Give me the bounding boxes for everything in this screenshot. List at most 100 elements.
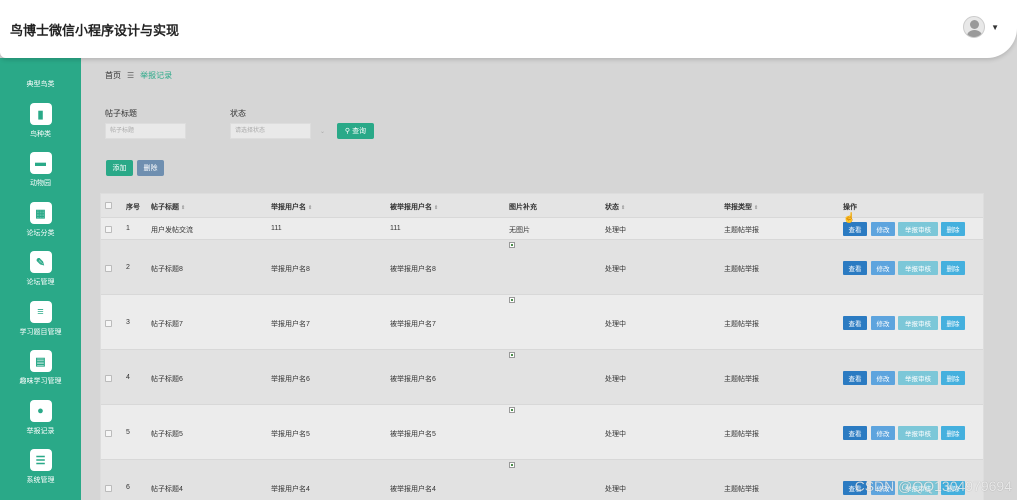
edit-button[interactable]: 修改 xyxy=(871,261,895,275)
cell-status: 处理中 xyxy=(605,486,626,493)
broken-image-icon xyxy=(509,352,515,358)
row-checkbox[interactable] xyxy=(105,226,112,233)
audit-button[interactable]: 举报审核 xyxy=(898,316,938,330)
sidebar-item-label: 趣味学习管理 xyxy=(19,378,62,385)
avatar[interactable] xyxy=(963,16,986,38)
audit-button[interactable]: 举报审核 xyxy=(898,371,938,385)
document-icon: ▤ xyxy=(29,350,52,372)
col-status[interactable]: 状态 ⇕ xyxy=(605,202,625,212)
sidebar-item-typical-birds[interactable]: 典型鸟类 xyxy=(0,79,81,89)
col-reporter[interactable]: 举报用户名 ⇕ xyxy=(271,202,312,212)
cell-post-title: 帖子标题5 xyxy=(151,431,183,438)
sidebar-item-6[interactable]: ▤ 趣味学习管理 xyxy=(0,350,81,394)
status-select[interactable]: 请选择状态 xyxy=(230,123,311,139)
breadcrumb-home[interactable]: 首页 xyxy=(105,71,121,80)
col-actions: 操作 xyxy=(843,204,857,211)
breadcrumb-separator-icon: ☰ xyxy=(127,71,135,80)
table-row[interactable]: 2 帖子标题8 举报用户名8 被举报用户名8 处理中 主题帖举报 查看 修改 举报审核 删除 xyxy=(101,240,983,295)
cell-status: 处理中 xyxy=(605,321,626,328)
sidebar-item-5[interactable]: ≡ 学习题目管理 xyxy=(0,301,81,345)
row-checkbox[interactable] xyxy=(105,485,112,492)
col-index: 序号 xyxy=(126,204,140,211)
chevron-down-icon[interactable]: ▼ xyxy=(991,23,999,32)
broken-image-icon xyxy=(509,297,515,303)
sort-icon[interactable]: ⇕ xyxy=(308,205,312,211)
sidebar-item-1[interactable]: ▮ 鸟种类 xyxy=(0,103,81,147)
audit-button[interactable]: 举报审核 xyxy=(898,426,938,440)
cell-reported: 被举报用户名6 xyxy=(390,376,436,383)
cell-index: 1 xyxy=(126,225,130,232)
view-button[interactable]: 查看 xyxy=(843,316,867,330)
sort-icon[interactable]: ⇕ xyxy=(181,205,185,211)
table-row[interactable]: 6 帖子标题4 举报用户名4 被举报用户名4 处理中 主题帖举报 查看 修改 举报审核 删除 xyxy=(101,460,983,500)
sidebar-item-4[interactable]: ✎ 论坛管理 xyxy=(0,251,81,295)
table-row[interactable]: 5 帖子标题5 举报用户名5 被举报用户名5 处理中 主题帖举报 查看 修改 举报审核 删除 xyxy=(101,405,983,460)
user-menu[interactable]: ▼ xyxy=(963,16,999,38)
broken-image-icon xyxy=(509,462,515,468)
view-button[interactable]: 查看 xyxy=(843,222,867,236)
cell-post-title: 帖子标题6 xyxy=(151,376,183,383)
app-title: 鸟博士微信小程序设计与实现 xyxy=(10,23,180,38)
sidebar-item-3[interactable]: ▦ 论坛分类 xyxy=(0,202,81,246)
select-all-checkbox[interactable] xyxy=(105,202,112,209)
row-checkbox[interactable] xyxy=(105,430,112,437)
table-row[interactable]: 3 帖子标题7 举报用户名7 被举报用户名7 处理中 主题帖举报 查看 修改 举报审核 删除 xyxy=(101,295,983,350)
sidebar-item-7[interactable]: ● 举报记录 xyxy=(0,400,81,444)
col-report-type[interactable]: 举报类型 ⇕ xyxy=(724,202,758,212)
sidebar-item-8[interactable]: ☰ 系统管理 xyxy=(0,449,81,493)
cell-post-title: 帖子标题8 xyxy=(151,266,183,273)
delete-button[interactable]: 删除 xyxy=(941,261,965,275)
col-report-type-label: 举报类型 xyxy=(724,204,752,211)
cell-post-title: 帖子标题7 xyxy=(151,321,183,328)
col-reported[interactable]: 被举报用户名 ⇕ xyxy=(390,202,438,212)
col-post-title[interactable]: 帖子标题 ⇕ xyxy=(151,202,185,212)
cell-report-type: 主题帖举报 xyxy=(724,376,759,383)
breadcrumb-current: 举报记录 xyxy=(140,71,173,80)
delete-button[interactable]: 删除 xyxy=(941,222,965,236)
sort-icon[interactable]: ⇕ xyxy=(754,205,758,211)
menu-icon: ☰ xyxy=(29,449,52,471)
delete-button[interactable]: 删除 xyxy=(941,371,965,385)
broken-image-icon xyxy=(509,407,515,413)
table-row[interactable]: 4 帖子标题6 举报用户名6 被举报用户名6 处理中 主题帖举报 查看 修改 举报审核 删除 xyxy=(101,350,983,405)
list-icon: ≡ xyxy=(29,301,52,323)
message-icon: ▬ xyxy=(29,152,52,174)
sidebar-item-label: 鸟种类 xyxy=(30,131,51,138)
edit-button[interactable]: 修改 xyxy=(871,316,895,330)
delete-button[interactable]: 删除 xyxy=(941,426,965,440)
cell-reported: 被举报用户名5 xyxy=(390,431,436,438)
edit-button[interactable]: 修改 xyxy=(871,426,895,440)
bookmark-icon: ▮ xyxy=(29,103,52,125)
edit-button[interactable]: 修改 xyxy=(871,222,895,236)
cell-status: 处理中 xyxy=(605,431,626,438)
view-button[interactable]: 查看 xyxy=(843,261,867,275)
cell-post-title: 帖子标题4 xyxy=(151,486,183,493)
sort-icon[interactable]: ⇕ xyxy=(434,205,438,211)
cell-reported: 被举报用户名8 xyxy=(390,266,436,273)
delete-button[interactable]: 删除 xyxy=(941,316,965,330)
add-button[interactable]: 添加 xyxy=(106,160,133,176)
cell-post-title: 用户发帖交流 xyxy=(151,227,193,234)
row-checkbox[interactable] xyxy=(105,265,112,272)
audit-button[interactable]: 举报审核 xyxy=(898,261,938,275)
bulk-delete-button[interactable]: 删除 xyxy=(137,160,164,176)
row-checkbox[interactable] xyxy=(105,320,112,327)
view-button[interactable]: 查看 xyxy=(843,371,867,385)
view-button[interactable]: 查看 xyxy=(843,426,867,440)
sidebar-item-2[interactable]: ▬ 动物园 xyxy=(0,152,81,196)
edit-button[interactable]: 修改 xyxy=(871,371,895,385)
sort-icon[interactable]: ⇕ xyxy=(621,205,625,211)
cell-report-type: 主题帖举报 xyxy=(724,321,759,328)
post-title-input[interactable]: 帖子标题 xyxy=(105,123,186,139)
cell-index: 2 xyxy=(126,264,130,271)
sidebar-item-label: 论坛管理 xyxy=(26,279,55,286)
cell-report-type: 主题帖举报 xyxy=(724,266,759,273)
col-image: 图片补充 xyxy=(509,204,537,211)
search-button[interactable]: ⚲ 查询 xyxy=(337,123,374,139)
audit-button[interactable]: 举报审核 xyxy=(898,222,938,236)
sidebar-item-label: 论坛分类 xyxy=(26,230,55,237)
cell-reporter: 举报用户名8 xyxy=(271,266,310,273)
row-checkbox[interactable] xyxy=(105,375,112,382)
broken-image-icon xyxy=(509,242,515,248)
cell-image: 无图片 xyxy=(509,227,530,234)
